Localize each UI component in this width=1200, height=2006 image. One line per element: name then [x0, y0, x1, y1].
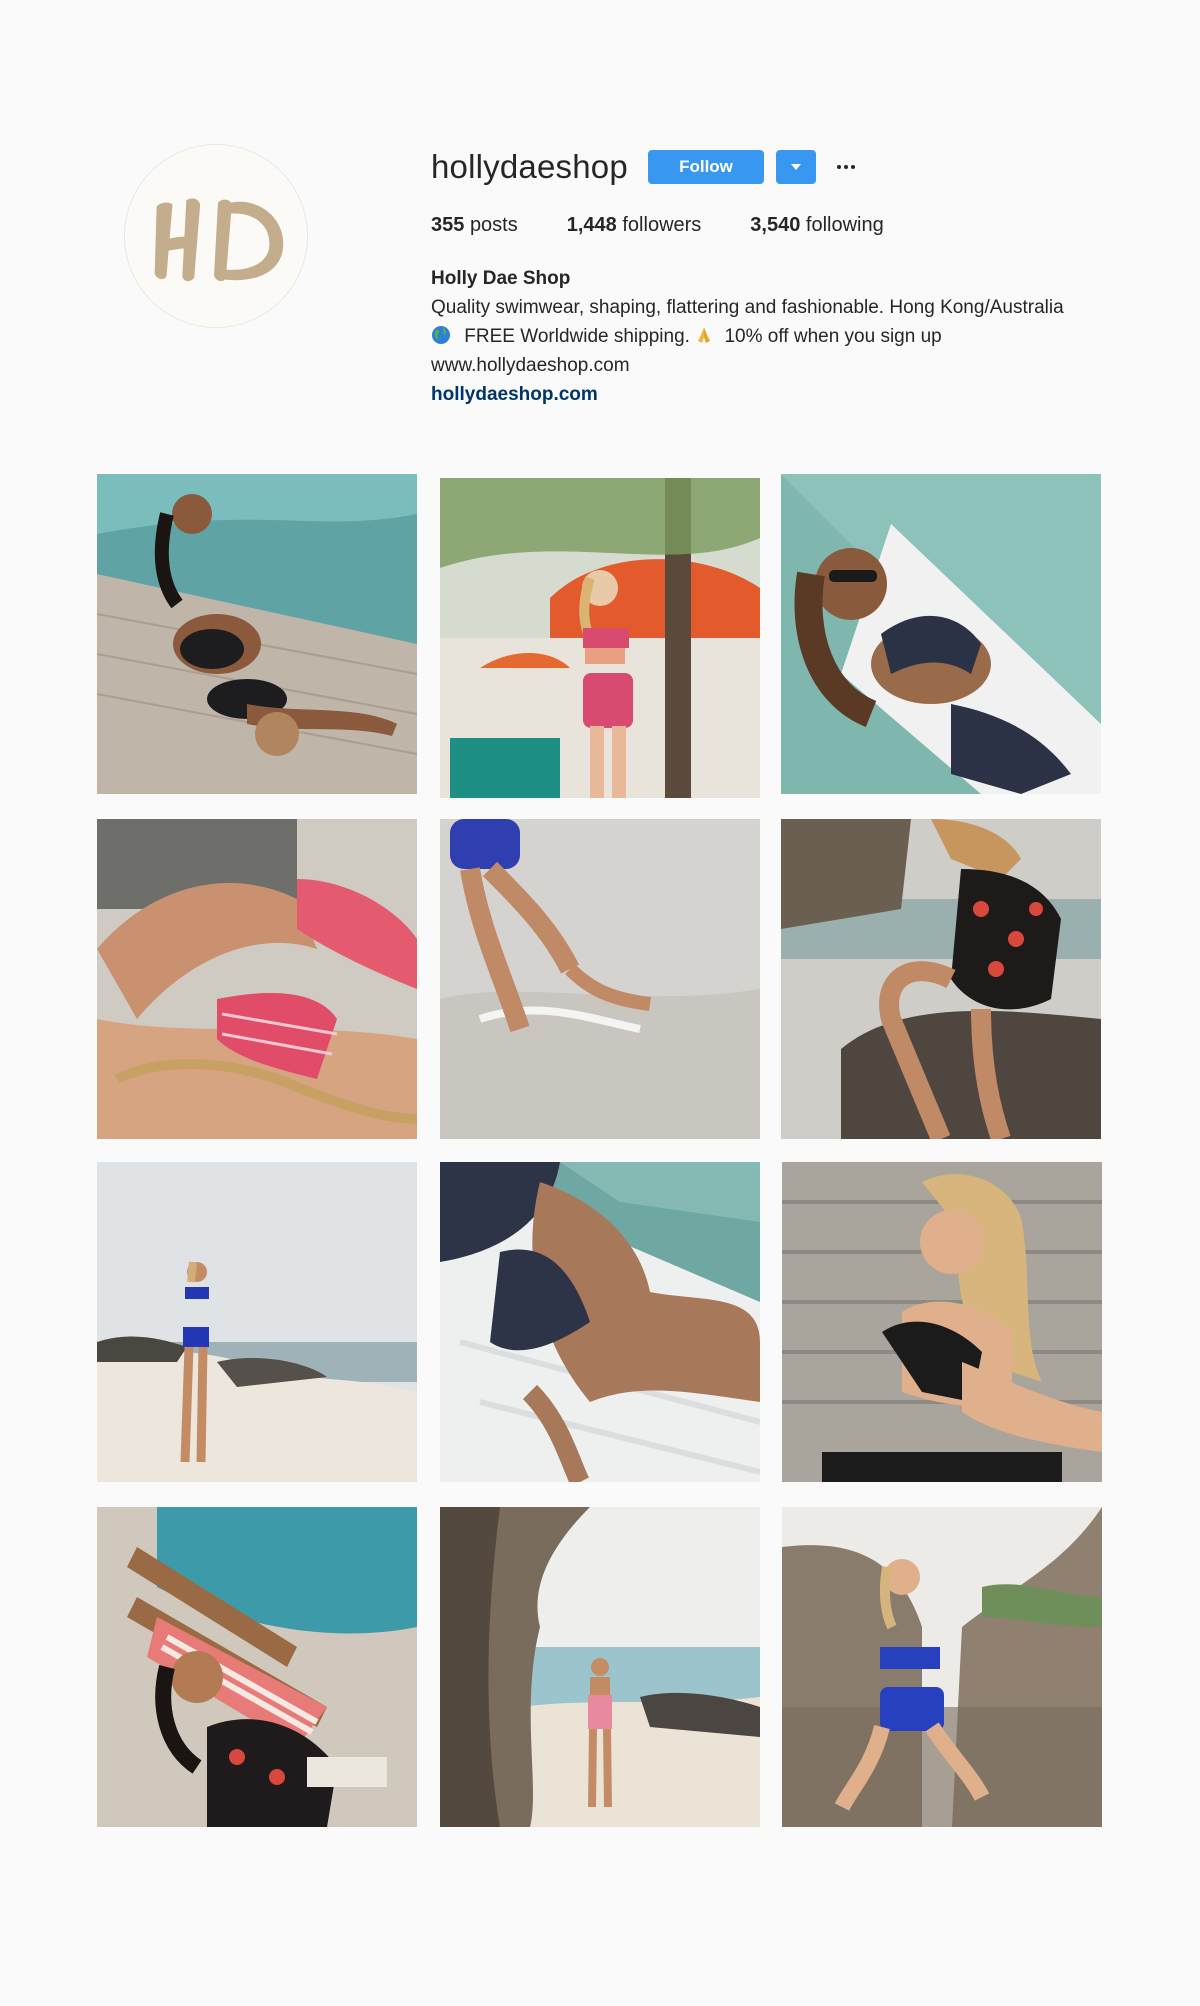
caret-down-icon: [791, 164, 801, 170]
profile-website-link[interactable]: hollydaeshop.com: [431, 384, 598, 405]
post-tile[interactable]: [440, 478, 760, 798]
post-tile[interactable]: [97, 819, 417, 1139]
post-image: [97, 1162, 417, 1482]
posts-label: posts: [469, 214, 518, 236]
posts-stat: 355 posts: [431, 214, 518, 237]
post-image: [97, 1507, 417, 1827]
post-image: [782, 1162, 1102, 1482]
profile-username: hollydaeshop: [431, 148, 628, 185]
follow-button[interactable]: Follow: [648, 150, 764, 184]
following-label: following: [805, 214, 884, 236]
post-image: [440, 1162, 760, 1482]
post-tile[interactable]: [440, 1507, 760, 1827]
post-image: [440, 1507, 760, 1827]
post-tile[interactable]: [97, 474, 417, 794]
post-image: [781, 474, 1101, 794]
post-image: [781, 819, 1101, 1139]
post-image: [97, 819, 417, 1139]
profile-stats: 355 posts 1,448 followers 3,540 followin…: [431, 214, 933, 237]
post-tile[interactable]: [440, 1162, 760, 1482]
bio-line-2: FREE Worldwide shipping. 10% off when yo…: [431, 322, 1151, 351]
post-tile[interactable]: [440, 819, 760, 1139]
post-tile[interactable]: [97, 1162, 417, 1482]
post-image: [97, 474, 417, 794]
hd-logo-icon: [125, 145, 307, 327]
followers-stat[interactable]: 1,448 followers: [567, 214, 702, 237]
bio-line-1: Quality swimwear, shaping, flattering an…: [431, 297, 1064, 318]
profile-full-name: Holly Dae Shop: [431, 268, 571, 289]
ellipsis-icon: [832, 165, 860, 169]
post-tile[interactable]: [782, 1162, 1102, 1482]
profile-avatar[interactable]: [124, 144, 308, 328]
profile-bio: Holly Dae Shop Quality swimwear, shaping…: [431, 264, 1151, 409]
post-tile[interactable]: [782, 1507, 1102, 1827]
more-options-button[interactable]: [832, 150, 860, 184]
suggestions-dropdown-button[interactable]: [776, 150, 816, 184]
bio-discount-text: 10% off when you sign up: [724, 326, 942, 347]
post-image: [782, 1507, 1102, 1827]
followers-label: followers: [622, 214, 702, 236]
praying-hands-icon: [698, 327, 711, 343]
post-tile[interactable]: [781, 819, 1101, 1139]
post-tile[interactable]: [97, 1507, 417, 1827]
following-stat[interactable]: 3,540 following: [750, 214, 883, 237]
following-count: 3,540: [750, 214, 801, 236]
posts-grid: [97, 474, 1103, 1827]
bio-line-3: www.hollydaeshop.com: [431, 355, 630, 376]
profile-header: hollydaeshop Follow 355 posts 1,448 foll…: [0, 0, 1200, 440]
post-tile[interactable]: [781, 474, 1101, 794]
post-image: [440, 478, 760, 798]
posts-count: 355: [431, 214, 465, 236]
followers-count: 1,448: [566, 214, 617, 236]
post-image: [440, 819, 760, 1139]
globe-icon: [432, 326, 450, 344]
bio-shipping-text: FREE Worldwide shipping.: [464, 326, 690, 347]
